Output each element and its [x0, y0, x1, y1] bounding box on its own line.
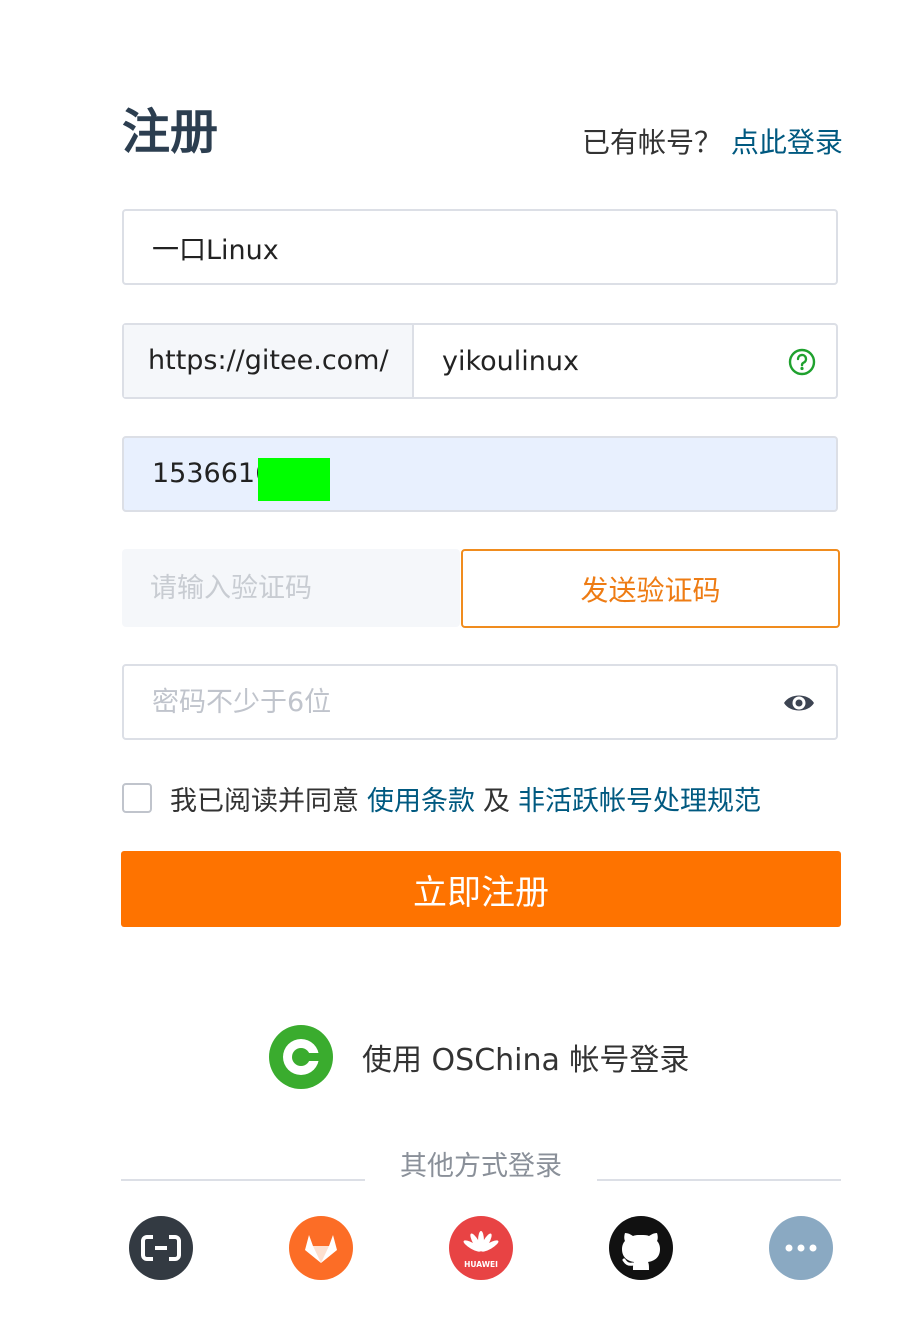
oschina-logo-icon [269, 1025, 333, 1089]
aliyun-login-button[interactable] [129, 1216, 193, 1280]
other-login-label: 其他方式登录 [400, 1151, 562, 1182]
gitlab-login-button[interactable] [289, 1216, 353, 1280]
github-icon [622, 1233, 660, 1270]
agree-text: 我已阅读并同意 [170, 785, 359, 817]
question-help-icon[interactable] [788, 348, 816, 376]
oschina-login-label: 使用 OSChina 帐号登录 [362, 1043, 690, 1078]
password-input[interactable] [124, 666, 836, 738]
and-text: 及 [483, 785, 510, 817]
name-field[interactable] [122, 209, 838, 285]
terms-link[interactable]: 使用条款 [367, 779, 475, 818]
more-login-button[interactable] [769, 1216, 833, 1280]
name-input[interactable] [124, 211, 836, 283]
url-input[interactable] [414, 325, 776, 397]
password-field[interactable] [122, 664, 838, 740]
gitlab-icon [305, 1235, 337, 1263]
url-prefix: https://gitee.com/ [124, 325, 414, 397]
code-field[interactable] [122, 549, 460, 627]
agreement-row: 我已阅读并同意 使用条款 及 非活跃帐号处理规范 [122, 779, 761, 818]
oschina-login[interactable]: 使用 OSChina 帐号登录 [268, 1024, 689, 1090]
login-prompt: 已有帐号？ 点此登录 [582, 124, 843, 162]
agree-checkbox[interactable] [122, 783, 152, 813]
policy-link[interactable]: 非活跃帐号处理规范 [518, 779, 761, 818]
github-login-button[interactable] [609, 1216, 673, 1280]
page-title: 注册 [122, 104, 219, 160]
more-icon [785, 1244, 817, 1252]
redaction-mask [258, 458, 330, 501]
have-account-text: 已有帐号？ [582, 126, 723, 159]
huawei-label: HUAWEI [464, 1260, 498, 1269]
divider-right [597, 1179, 841, 1181]
send-code-button[interactable]: 发送验证码 [461, 549, 840, 628]
code-input[interactable] [122, 549, 460, 627]
phone-value: 1536616 [152, 458, 273, 489]
eye-icon[interactable] [782, 690, 816, 716]
register-button[interactable]: 立即注册 [121, 851, 841, 927]
huawei-icon: HUAWEI [463, 1231, 499, 1269]
aliyun-icon [141, 1235, 181, 1261]
phone-field[interactable]: 1536616 [122, 436, 838, 512]
url-field: https://gitee.com/ [122, 323, 838, 399]
login-link[interactable]: 点此登录 [731, 126, 843, 159]
divider-left [121, 1179, 365, 1181]
huawei-login-button[interactable]: HUAWEI [449, 1216, 513, 1280]
